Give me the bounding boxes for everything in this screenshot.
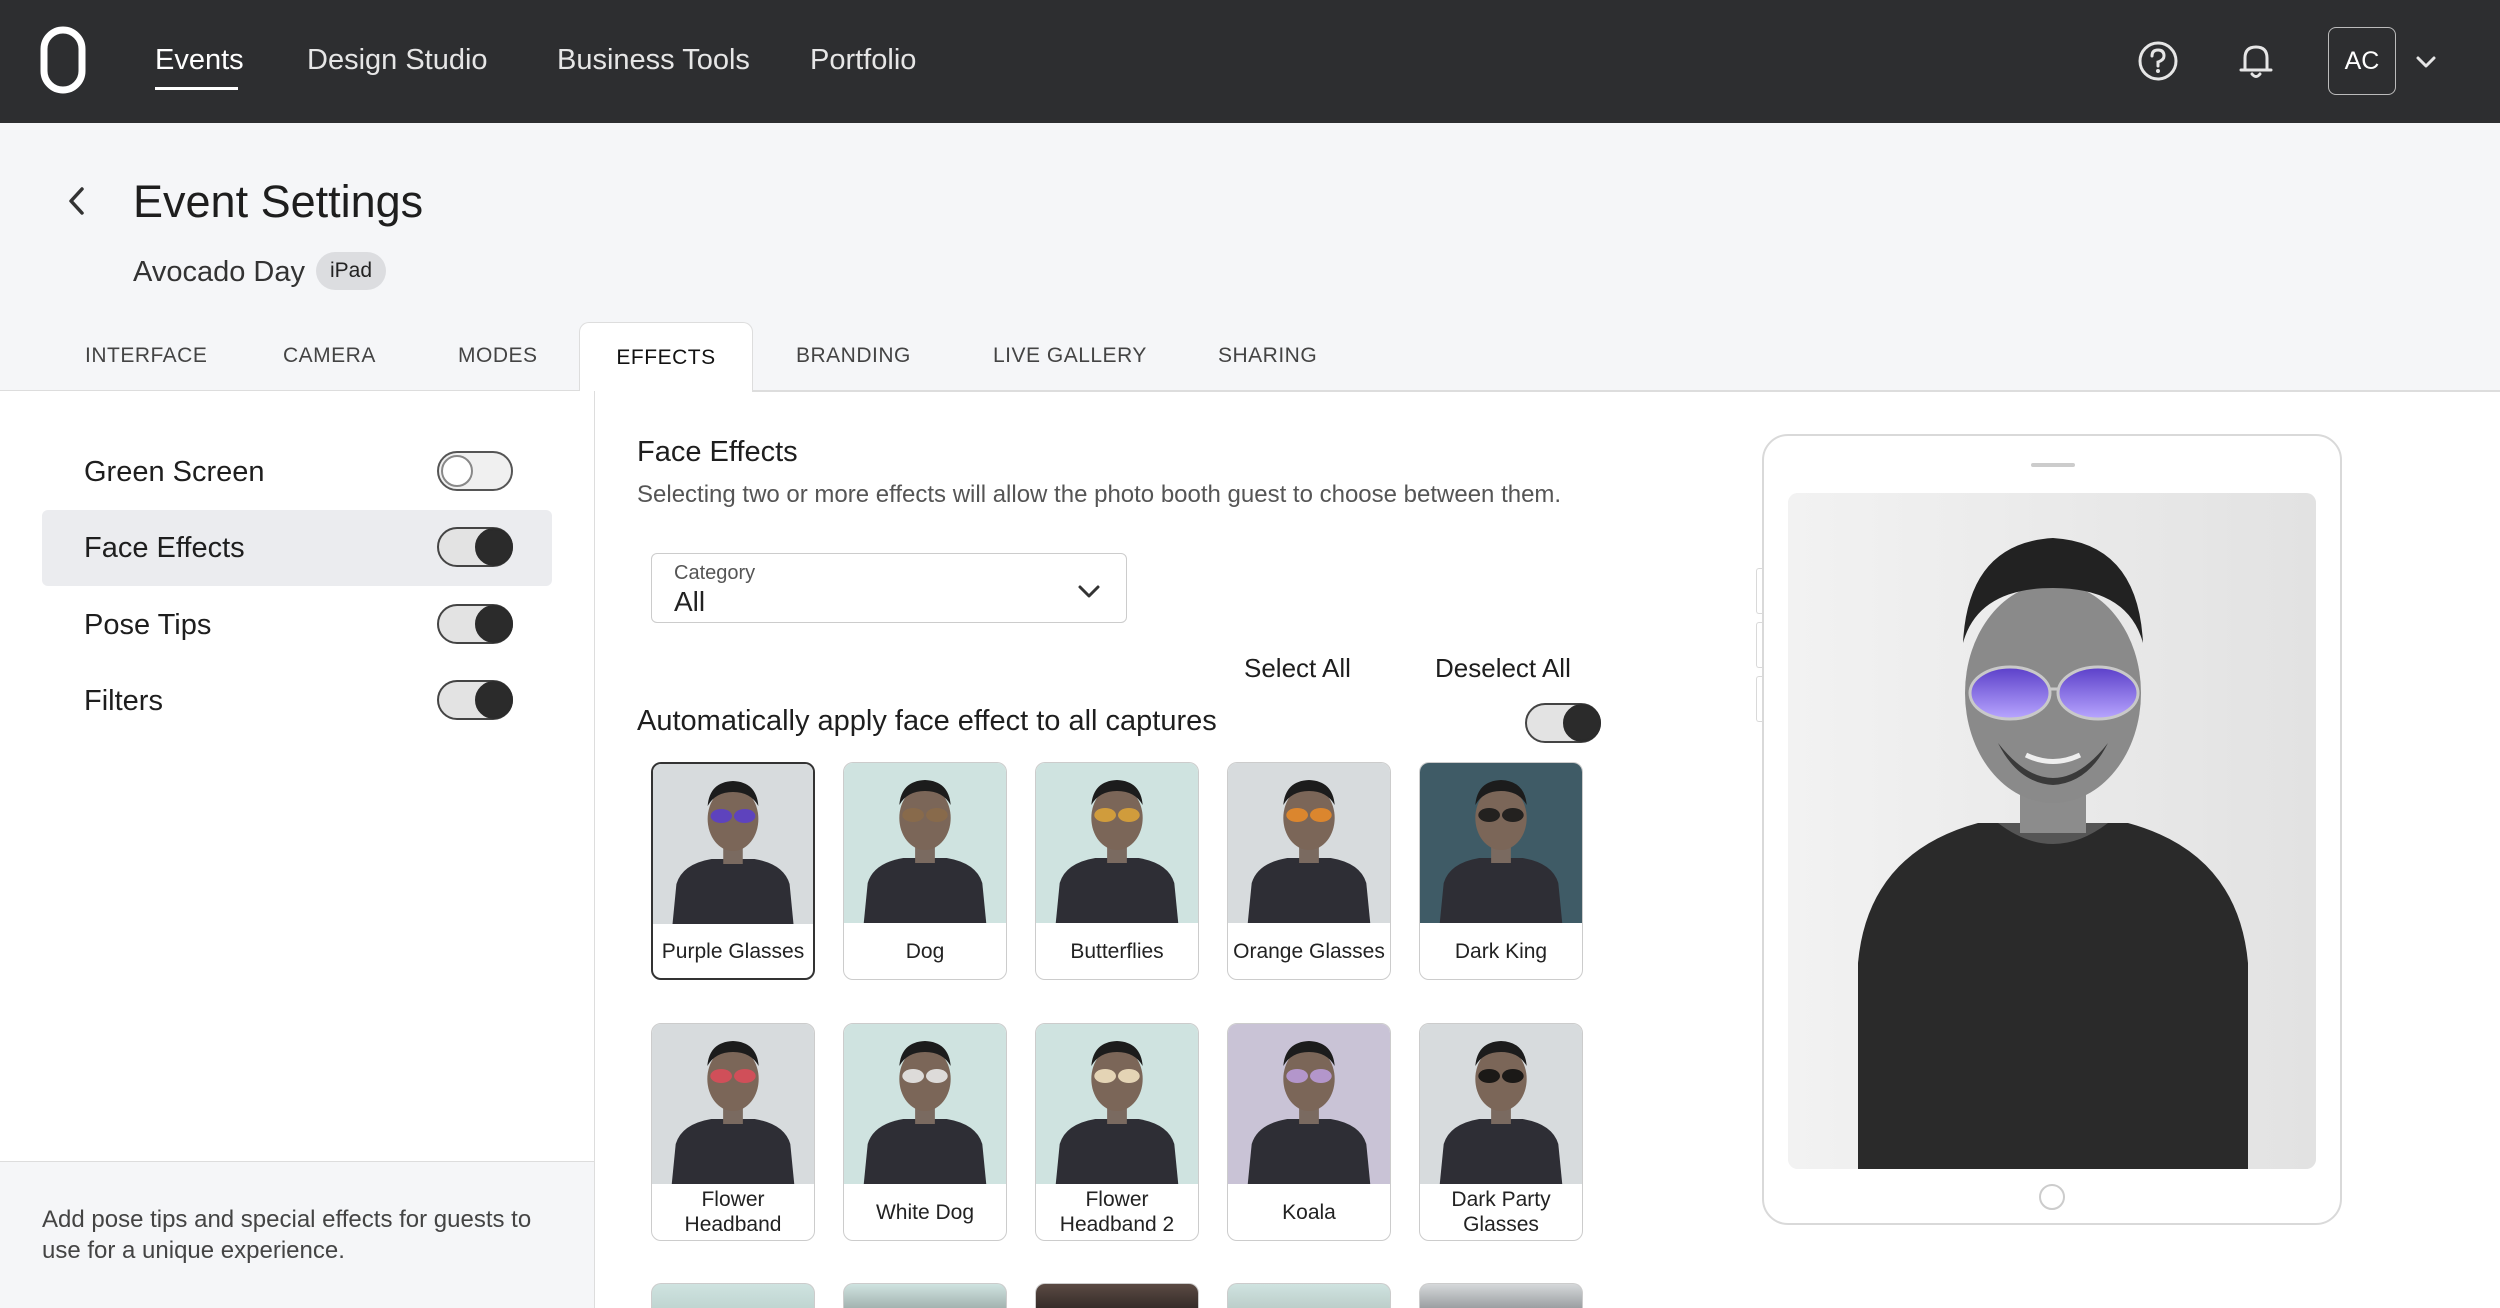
effect-card[interactable]: Butterflies bbox=[1035, 762, 1199, 980]
sidebar-item-face-effects[interactable]: Face Effects bbox=[42, 510, 552, 586]
effect-thumbnail-image bbox=[1228, 1024, 1390, 1184]
nav-item-business-tools[interactable]: Business Tools bbox=[557, 40, 750, 80]
category-label: Category bbox=[674, 562, 756, 584]
effect-card[interactable]: Purple Glasses bbox=[651, 762, 815, 980]
effect-card-label: White Dog bbox=[875, 1200, 975, 1224]
effect-card-label: Koala bbox=[1282, 1200, 1336, 1224]
tablet-home-button bbox=[2039, 1184, 2065, 1210]
effect-thumbnail-image bbox=[844, 1024, 1006, 1184]
effect-thumbnail-image bbox=[1228, 763, 1390, 923]
effect-thumbnail-image bbox=[653, 764, 813, 924]
sidebar-item-label: Pose Tips bbox=[84, 609, 212, 641]
effect-card-label: Orange Glasses bbox=[1233, 939, 1385, 963]
tab-camera[interactable]: CAMERA bbox=[283, 338, 376, 374]
effect-card-partial[interactable] bbox=[843, 1283, 1007, 1308]
effect-thumbnail-image bbox=[652, 1024, 814, 1184]
effect-card-partial[interactable] bbox=[1419, 1283, 1583, 1308]
effect-card[interactable]: Koala bbox=[1227, 1023, 1391, 1241]
nav-item-portfolio[interactable]: Portfolio bbox=[810, 40, 916, 80]
effect-card[interactable]: Flower Headband bbox=[651, 1023, 815, 1241]
tablet-side-button bbox=[1756, 622, 1762, 668]
tablet-speaker bbox=[2031, 463, 2075, 467]
top-navigation-bar: Events Design Studio Business Tools Port… bbox=[0, 0, 2500, 123]
back-arrow-icon[interactable] bbox=[62, 181, 92, 221]
sidebar-item-pose-tips[interactable]: Pose Tips bbox=[42, 587, 552, 663]
deselect-all-button[interactable]: Deselect All bbox=[1435, 651, 1571, 685]
tab-modes[interactable]: MODES bbox=[458, 338, 538, 374]
effect-thumbnail-image bbox=[1420, 1024, 1582, 1184]
sidebar-item-green-screen[interactable]: Green Screen bbox=[42, 434, 552, 510]
sidebar-footer-text: Add pose tips and special effects for gu… bbox=[42, 1206, 532, 1264]
tab-branding[interactable]: BRANDING bbox=[796, 338, 911, 374]
tab-live-gallery[interactable]: LIVE GALLERY bbox=[993, 338, 1147, 374]
nav-item-events[interactable]: Events bbox=[155, 40, 244, 80]
effect-card[interactable]: Dark King bbox=[1419, 762, 1583, 980]
chevron-down-icon bbox=[1078, 585, 1100, 598]
nav-active-indicator bbox=[155, 87, 238, 90]
preview-person-image bbox=[1788, 493, 2316, 1169]
auto-apply-label: Automatically apply face effect to all c… bbox=[637, 705, 1217, 737]
effect-card[interactable]: Dark Party Glasses bbox=[1419, 1023, 1583, 1241]
tablet-side-button bbox=[1756, 568, 1762, 614]
effect-card-label: Flower Headband 2 bbox=[1059, 1188, 1175, 1236]
sidebar-item-label: Filters bbox=[84, 685, 163, 717]
effect-card-label: Purple Glasses bbox=[661, 939, 805, 963]
effect-card-label: Dark King bbox=[1454, 939, 1548, 963]
tablet-side-button bbox=[1756, 676, 1762, 722]
effect-card[interactable]: Orange Glasses bbox=[1227, 762, 1391, 980]
effect-card-label: Dog bbox=[905, 939, 945, 963]
select-all-button[interactable]: Select All bbox=[1244, 651, 1351, 685]
sidebar-footer: Add pose tips and special effects for gu… bbox=[0, 1161, 594, 1308]
sidebar-item-label: Face Effects bbox=[84, 532, 245, 564]
effect-card-label: Dark Party Glasses bbox=[1451, 1188, 1551, 1236]
tab-interface[interactable]: INTERFACE bbox=[85, 338, 207, 374]
effect-thumbnail-image bbox=[1420, 763, 1582, 923]
help-icon[interactable] bbox=[2135, 38, 2181, 84]
green-screen-toggle[interactable] bbox=[437, 451, 513, 491]
section-title: Face Effects bbox=[637, 436, 798, 468]
page-title: Event Settings bbox=[133, 176, 424, 227]
tablet-preview bbox=[1756, 434, 2342, 1225]
preview-photo bbox=[1788, 493, 2316, 1169]
category-dropdown[interactable]: Category All bbox=[651, 553, 1127, 623]
effect-card-label: Flower Headband bbox=[684, 1188, 782, 1236]
effect-card-partial[interactable] bbox=[651, 1283, 815, 1308]
face-effects-toggle[interactable] bbox=[437, 527, 513, 567]
app-logo-icon[interactable] bbox=[40, 26, 86, 94]
sidebar-item-label: Green Screen bbox=[84, 456, 265, 488]
section-description: Selecting two or more effects will allow… bbox=[637, 481, 1562, 508]
effect-card-partial[interactable] bbox=[1035, 1283, 1199, 1308]
effect-card[interactable]: White Dog bbox=[843, 1023, 1007, 1241]
effect-thumbnail-image bbox=[1036, 1024, 1198, 1184]
filters-toggle[interactable] bbox=[437, 680, 513, 720]
effect-card-label: Butterflies bbox=[1070, 939, 1164, 963]
effect-thumbnail-image bbox=[1036, 763, 1198, 923]
notification-bell-icon[interactable] bbox=[2233, 38, 2279, 84]
tab-effects[interactable]: EFFECTS bbox=[579, 322, 753, 392]
nav-item-design-studio[interactable]: Design Studio bbox=[307, 40, 488, 80]
event-name: Avocado Day bbox=[133, 256, 305, 288]
sidebar-item-filters[interactable]: Filters bbox=[42, 663, 552, 739]
effect-thumbnail-image bbox=[844, 763, 1006, 923]
effect-card[interactable]: Dog bbox=[843, 762, 1007, 980]
category-value: All bbox=[674, 586, 706, 617]
chevron-down-icon[interactable] bbox=[2412, 48, 2440, 76]
tab-sharing[interactable]: SHARING bbox=[1218, 338, 1317, 374]
user-avatar-button[interactable]: AC bbox=[2328, 27, 2396, 95]
effect-card[interactable]: Flower Headband 2 bbox=[1035, 1023, 1199, 1241]
effect-card-partial[interactable] bbox=[1227, 1283, 1391, 1308]
pose-tips-toggle[interactable] bbox=[437, 604, 513, 644]
auto-apply-toggle[interactable] bbox=[1525, 703, 1601, 743]
device-badge: iPad bbox=[316, 252, 387, 290]
